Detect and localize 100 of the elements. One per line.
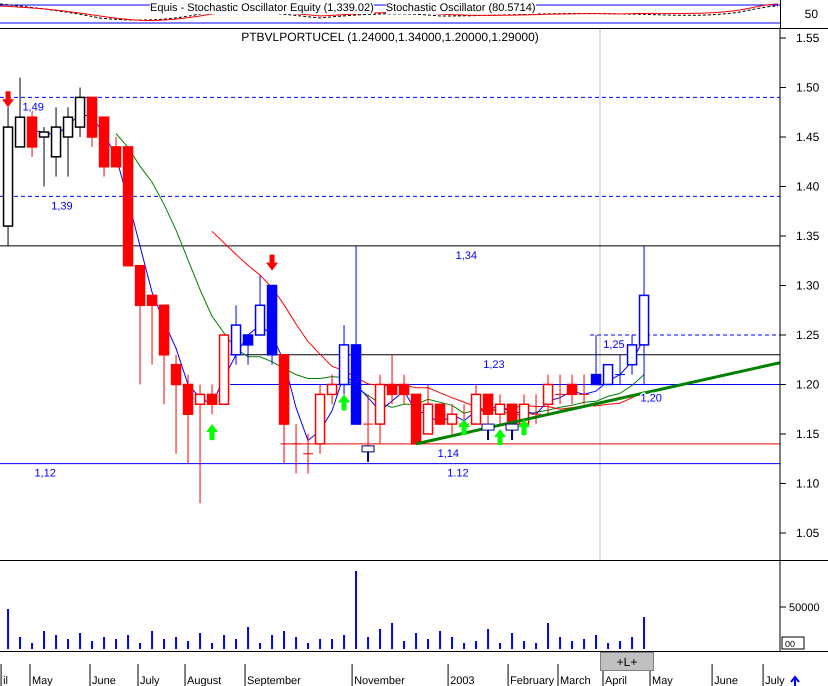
axis-label: 1.05 <box>796 526 820 540</box>
volume-bar <box>607 643 610 649</box>
price-level-label: 1.12 <box>447 468 469 480</box>
volume-bar <box>535 643 538 649</box>
candlestick <box>74 87 86 138</box>
scroll-button[interactable]: +L+ <box>600 652 654 671</box>
volume-bar <box>595 635 598 649</box>
volume-bar <box>175 637 178 649</box>
volume-bar <box>259 643 262 649</box>
volume-bar <box>451 637 454 649</box>
candlestick <box>482 394 494 425</box>
axis-label: 50000 <box>789 602 820 614</box>
axis-label: 1.15 <box>796 426 820 441</box>
arrow-up-icon <box>518 419 530 436</box>
volume-bar <box>583 639 586 649</box>
volume-bar <box>547 623 550 649</box>
price-level-label: 1,14 <box>438 448 460 460</box>
volume-bar <box>643 617 646 649</box>
price-level-label: 1,25 <box>603 339 625 351</box>
volume-bar <box>127 635 130 649</box>
volume-bar <box>223 635 226 649</box>
volume-bar <box>379 629 382 649</box>
volume-bar <box>55 635 58 649</box>
date-label: May <box>652 675 673 686</box>
axis-label: 50 <box>804 7 818 21</box>
axis-label: 1.25 <box>796 328 820 342</box>
volume-bar <box>235 639 238 649</box>
price-level-label: 1,34 <box>456 250 478 262</box>
corner-label: 00 <box>785 639 796 649</box>
date-label: June <box>714 675 738 686</box>
volume-bar <box>463 643 466 649</box>
volume-bar <box>115 639 118 649</box>
volume-bar <box>343 635 346 649</box>
arrow-up-icon[interactable] <box>790 675 800 686</box>
price-level-label: 1,23 <box>483 358 505 371</box>
volume-bar <box>631 637 634 649</box>
volume-bar <box>523 641 526 649</box>
volume-bar <box>319 639 322 649</box>
volume-bar <box>619 641 622 649</box>
axis-label: 1.40 <box>796 180 820 194</box>
volume-bar <box>571 641 574 649</box>
volume-bar <box>331 639 334 649</box>
volume-bar <box>151 631 154 649</box>
axis-label: 1.55 <box>796 31 820 45</box>
volume-bar <box>475 641 478 649</box>
axis-label: 1.20 <box>796 377 820 392</box>
volume-bar <box>43 631 46 649</box>
exit-marker-icon <box>482 424 495 440</box>
candlestick <box>374 374 386 444</box>
indicator-title: Stochastic Oscillator (80.5714) <box>386 2 536 14</box>
volume-bar <box>415 633 418 649</box>
price-level-label: 1,12 <box>34 468 56 480</box>
volume-bar <box>271 635 274 649</box>
volume-bar <box>427 639 430 649</box>
arrow-down-icon <box>2 91 14 108</box>
date-label: February <box>510 675 554 686</box>
exit-marker-icon <box>506 424 519 440</box>
candlestick <box>530 394 542 425</box>
volume-bar <box>91 641 94 649</box>
date-label: July <box>765 675 785 686</box>
volume-bar <box>559 637 562 649</box>
volume-bar <box>487 629 490 649</box>
chart-title: PTBVLPORTUCEL (1.24000,1.34000,1.20000,1.29000) <box>241 30 539 44</box>
volume-bar <box>7 609 10 649</box>
volume-bar <box>391 623 394 649</box>
axis-label: 1.10 <box>796 476 820 490</box>
candlestick <box>470 384 482 425</box>
volume-bar <box>67 639 70 649</box>
candlestick <box>86 96 98 148</box>
date-label: il <box>3 675 8 686</box>
date-label: May <box>32 675 53 686</box>
arrow-up-icon <box>338 394 350 410</box>
volume-bar <box>247 627 250 649</box>
volume-bar <box>511 633 514 649</box>
candlestick <box>62 106 74 178</box>
candlestick <box>50 106 62 178</box>
axis-label: 1.50 <box>796 80 820 94</box>
volume-bar <box>283 631 286 649</box>
date-label: March <box>560 675 591 686</box>
volume-bar <box>367 637 370 649</box>
date-label: April <box>605 675 628 686</box>
arrow-down-icon <box>266 254 278 271</box>
date-label: July <box>140 675 160 686</box>
volume-bar <box>403 641 406 649</box>
volume-bar <box>163 639 166 649</box>
volume-bar <box>187 641 190 649</box>
volume-bar <box>139 643 142 649</box>
volume-bar <box>19 637 22 649</box>
candlestick <box>554 374 566 405</box>
candlestick <box>494 394 506 425</box>
arrow-up-icon <box>494 429 506 446</box>
candlestick <box>614 354 626 385</box>
volume-bar <box>199 633 202 649</box>
volume-bar <box>211 643 214 649</box>
volume-bar <box>79 633 82 649</box>
volume-bar <box>31 643 34 649</box>
price-level-label: 1,20 <box>640 392 662 404</box>
date-label: September <box>247 675 301 686</box>
indicator-title: Equis - Stochastic Oscillator Equity (1,339.02) <box>150 2 374 14</box>
volume-bar <box>103 637 106 649</box>
